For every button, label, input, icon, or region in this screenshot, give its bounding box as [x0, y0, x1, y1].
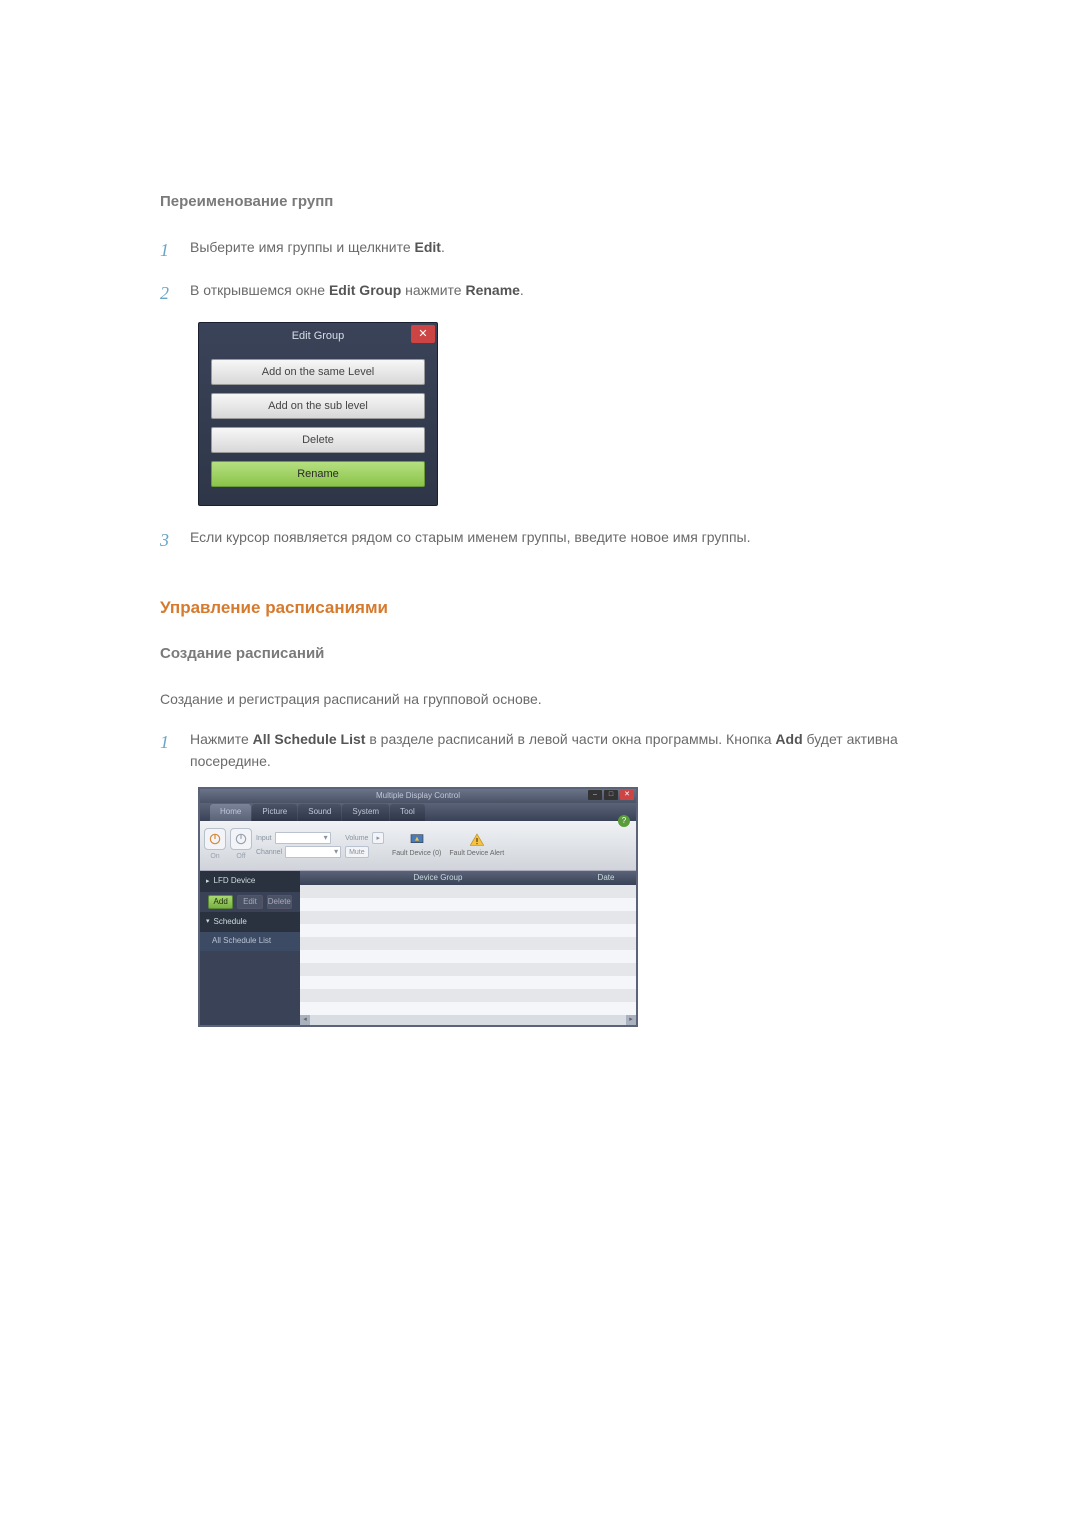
- mdc-titlebar: Multiple Display Control – □ ✕: [200, 789, 636, 803]
- sidebar-all-schedule-list[interactable]: All Schedule List: [200, 932, 300, 951]
- window-min-button[interactable]: –: [588, 790, 602, 800]
- mdc-tabs: Home Picture Sound System Tool: [200, 803, 636, 821]
- step1-post: .: [441, 239, 445, 255]
- power-off-button[interactable]: [230, 828, 252, 850]
- fault-device-label: Fault Device (0): [392, 848, 441, 859]
- tree-expanded-icon: ▾: [206, 916, 210, 927]
- step-number-3: 3: [160, 526, 190, 555]
- step2-mid: нажмите: [401, 282, 465, 298]
- s1-mid: в разделе расписаний в левой части окна …: [365, 731, 775, 747]
- heading-create-schedules: Создание расписаний: [160, 642, 920, 666]
- dialog-close-button[interactable]: ✕: [411, 325, 435, 343]
- volume-value[interactable]: ▸: [372, 832, 384, 844]
- power-off-label: Off: [230, 851, 252, 862]
- toolbar-actions: Add Edit Delete: [200, 892, 300, 912]
- tab-tool[interactable]: Tool: [390, 804, 425, 821]
- table-row: [300, 937, 636, 950]
- power-on-button[interactable]: [204, 828, 226, 850]
- power-on-label: On: [204, 851, 226, 862]
- channel-label: Channel: [256, 847, 282, 858]
- fault-alert-label: Fault Device Alert: [449, 848, 504, 859]
- table-row: [300, 989, 636, 1002]
- tree-collapsed-icon: ▸: [206, 876, 210, 887]
- input-select[interactable]: [275, 832, 331, 844]
- scroll-right-button[interactable]: ▸: [626, 1015, 636, 1025]
- fault-device-indicator[interactable]: Fault Device (0): [392, 832, 441, 859]
- sched-step1-text: Нажмите All Schedule List в разделе расп…: [190, 728, 920, 773]
- delete-button[interactable]: Delete: [211, 427, 425, 453]
- heading-schedules: Управление расписаниями: [160, 594, 920, 621]
- lfd-device-label: LFD Device: [214, 875, 256, 888]
- dialog-titlebar: Edit Group ✕: [199, 323, 437, 351]
- grid-header: Device Group Date: [300, 871, 636, 885]
- col-device-group: Device Group: [300, 871, 576, 885]
- s1-bold-add: Add: [775, 731, 802, 747]
- heading-rename-groups: Переименование групп: [160, 190, 920, 214]
- dialog-title: Edit Group: [292, 328, 345, 346]
- mdc-title: Multiple Display Control: [376, 791, 460, 800]
- tab-sound[interactable]: Sound: [298, 804, 341, 821]
- mute-button[interactable]: Mute: [345, 846, 369, 858]
- table-row: [300, 963, 636, 976]
- step1-pre: Выберите имя группы и щелкните: [190, 239, 415, 255]
- mdc-ribbon: On Off Input Channel Volume ▸ Mute Fault …: [200, 821, 636, 871]
- para-create-schedules: Создание и регистрация расписаний на гру…: [160, 688, 920, 710]
- table-row: [300, 898, 636, 911]
- sidebar-lfd-device[interactable]: ▸ LFD Device: [200, 871, 300, 892]
- channel-select[interactable]: [285, 846, 341, 858]
- step-number-1: 1: [160, 236, 190, 265]
- help-button[interactable]: ?: [618, 815, 630, 827]
- power-on-icon: [208, 832, 222, 846]
- table-row: [300, 1002, 636, 1015]
- step1-text: Выберите имя группы и щелкните Edit.: [190, 236, 920, 258]
- step2-post: .: [520, 282, 524, 298]
- step2-bold-rename: Rename: [465, 282, 519, 298]
- s1-bold-allschedule: All Schedule List: [253, 731, 366, 747]
- table-row: [300, 924, 636, 937]
- rename-button[interactable]: Rename: [211, 461, 425, 487]
- tab-picture[interactable]: Picture: [252, 804, 297, 821]
- step-number-2: 2: [160, 279, 190, 308]
- horizontal-scrollbar[interactable]: ◂ ▸: [300, 1015, 636, 1025]
- col-date: Date: [576, 871, 636, 885]
- edit-button[interactable]: Edit: [237, 895, 262, 909]
- edit-group-dialog: Edit Group ✕ Add on the same Level Add o…: [198, 322, 438, 506]
- step1-bold-edit: Edit: [415, 239, 441, 255]
- warning-icon: [469, 832, 485, 848]
- scroll-track[interactable]: [310, 1015, 626, 1025]
- monitor-warn-icon: [409, 832, 425, 848]
- table-row: [300, 950, 636, 963]
- table-row: [300, 911, 636, 924]
- mdc-main: Device Group Date ◂ ▸: [300, 871, 636, 1025]
- fault-alert-indicator[interactable]: Fault Device Alert: [449, 832, 504, 859]
- step2-text: В открывшемся окне Edit Group нажмите Re…: [190, 279, 920, 301]
- window-max-button[interactable]: □: [604, 790, 618, 800]
- sidebar-schedule[interactable]: ▾ Schedule: [200, 912, 300, 933]
- delete-action-button[interactable]: Delete: [267, 895, 292, 909]
- step2-pre: В открывшемся окне: [190, 282, 329, 298]
- tab-home[interactable]: Home: [210, 804, 251, 821]
- step3-text: Если курсор появляется рядом со старым и…: [190, 526, 920, 548]
- scroll-left-button[interactable]: ◂: [300, 1015, 310, 1025]
- s1-pre: Нажмите: [190, 731, 253, 747]
- grid-body[interactable]: [300, 885, 636, 1015]
- add-button[interactable]: Add: [208, 895, 233, 909]
- step2-bold-editgroup: Edit Group: [329, 282, 401, 298]
- add-sub-level-button[interactable]: Add on the sub level: [211, 393, 425, 419]
- mdc-sidebar: ▸ LFD Device Add Edit Delete ▾ Schedule Al…: [200, 871, 300, 1025]
- window-close-button[interactable]: ✕: [620, 790, 634, 800]
- table-row: [300, 885, 636, 898]
- add-same-level-button[interactable]: Add on the same Level: [211, 359, 425, 385]
- sched-step-number-1: 1: [160, 728, 190, 757]
- input-label: Input: [256, 833, 272, 844]
- tab-system[interactable]: System: [342, 804, 389, 821]
- volume-label: Volume: [345, 833, 368, 844]
- schedule-label: Schedule: [214, 916, 247, 929]
- mdc-window: Multiple Display Control – □ ✕ ? Home Pi…: [198, 787, 638, 1027]
- table-row: [300, 976, 636, 989]
- power-off-icon: [234, 832, 248, 846]
